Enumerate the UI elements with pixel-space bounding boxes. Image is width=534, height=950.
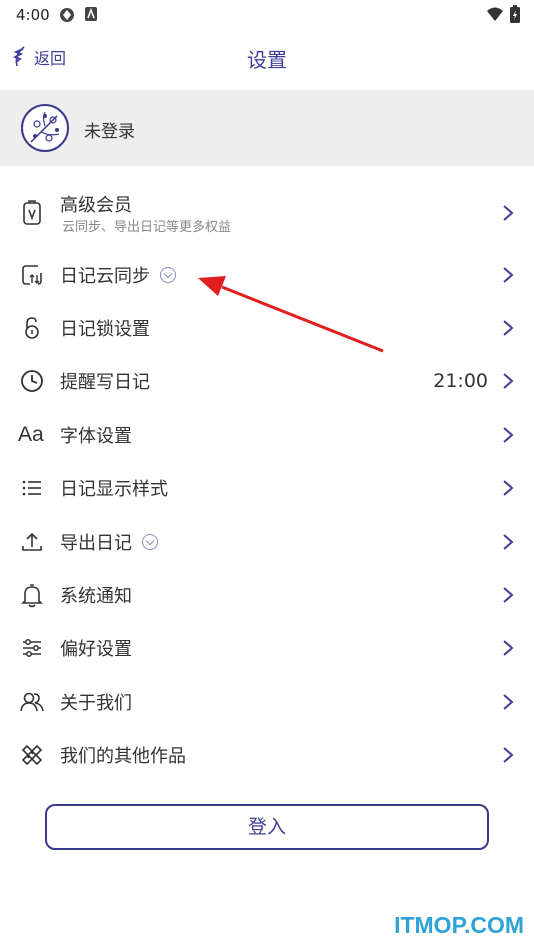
- clock-icon: [21, 370, 43, 393]
- plum-blossom-icon: [30, 111, 60, 143]
- setting-subtitle: 云同步、导出日记等更多权益: [62, 220, 232, 235]
- watermark: ITMOP.COM: [394, 912, 524, 938]
- settings-list: 高级会员 云同步、导出日记等更多权益 日记云同步 日记锁设置 提醒写日记 21:…: [0, 178, 534, 782]
- setting-label: 偏好设置: [60, 639, 132, 661]
- setting-font[interactable]: Aa 字体设置: [0, 408, 534, 461]
- setting-label-text: 日记云同步: [60, 265, 150, 287]
- profile-name: 未登录: [84, 122, 135, 142]
- battery-icon: [510, 5, 520, 23]
- setting-label: 日记显示样式: [60, 479, 168, 501]
- app-notification-icon: [60, 8, 74, 22]
- chevron-right-icon: [503, 205, 514, 221]
- setting-label-text: 导出日记: [60, 532, 132, 554]
- setting-label: 关于我们: [60, 692, 132, 714]
- setting-premium-member[interactable]: 高级会员 云同步、导出日记等更多权益: [0, 178, 534, 248]
- font-icon: Aa: [18, 422, 44, 446]
- setting-label: 日记云同步: [60, 262, 176, 288]
- chevron-right-icon: [503, 373, 514, 390]
- setting-system-notification[interactable]: 系统通知: [0, 568, 534, 621]
- chevron-right-icon: [503, 694, 514, 710]
- chevron-right-icon: [503, 320, 514, 336]
- export-icon: [22, 532, 42, 551]
- setting-label: 提醒写日记: [60, 372, 150, 394]
- chevron-right-icon: [503, 266, 514, 283]
- status-time: 4:00: [16, 6, 50, 24]
- page-title: 设置: [247, 48, 287, 72]
- chevron-right-icon: [503, 587, 514, 603]
- sliders-icon: [23, 639, 41, 658]
- wifi-icon: [487, 7, 503, 21]
- setting-label: 系统通知: [60, 586, 132, 608]
- setting-label: 日记锁设置: [60, 319, 150, 341]
- reminder-time-value: 21:00: [433, 370, 488, 393]
- list-icon: [22, 480, 41, 496]
- premium-badge-icon: [142, 533, 158, 550]
- vip-card-icon: [23, 200, 41, 225]
- chevron-right-icon: [503, 640, 514, 657]
- setting-other-apps[interactable]: 我们的其他作品: [0, 729, 534, 782]
- bell-icon: [21, 584, 43, 608]
- cloud-sync-icon: [22, 264, 42, 285]
- setting-label: 字体设置: [60, 425, 132, 447]
- people-icon: [20, 692, 44, 711]
- chevron-right-icon: [503, 427, 514, 443]
- setting-diary-lock[interactable]: 日记锁设置: [0, 301, 534, 354]
- lock-icon: [25, 317, 39, 339]
- setting-display-style[interactable]: 日记显示样式: [0, 462, 534, 515]
- sim-notification-icon: [85, 7, 97, 21]
- setting-export-diary[interactable]: 导出日记: [0, 515, 534, 568]
- top-nav-bar: 返回 设置: [0, 32, 534, 84]
- profile-card[interactable]: 未登录: [0, 90, 534, 166]
- avatar: [21, 104, 69, 152]
- chevron-right-icon: [503, 480, 514, 497]
- tools-icon: [21, 745, 43, 766]
- setting-label: 高级会员: [60, 195, 132, 216]
- setting-label: 我们的其他作品: [60, 746, 186, 768]
- premium-badge-icon: [160, 266, 176, 283]
- setting-reminder[interactable]: 提醒写日记 21:00: [0, 355, 534, 408]
- setting-cloud-sync[interactable]: 日记云同步: [0, 248, 534, 301]
- login-button[interactable]: 登入: [45, 804, 489, 850]
- chevron-right-icon: [503, 533, 514, 550]
- setting-about-us[interactable]: 关于我们: [0, 675, 534, 728]
- status-bar: 4:00: [0, 0, 534, 28]
- setting-preferences[interactable]: 偏好设置: [0, 622, 534, 675]
- chevron-right-icon: [503, 747, 514, 763]
- setting-label: 导出日记: [60, 529, 158, 555]
